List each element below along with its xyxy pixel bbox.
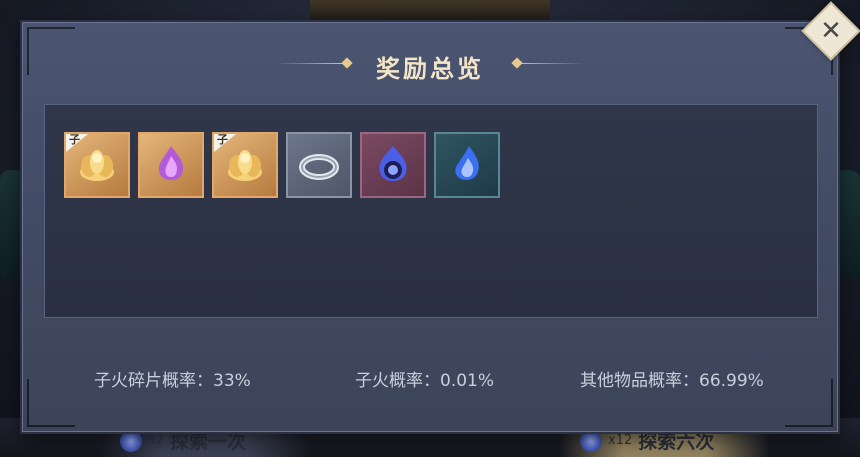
close-icon[interactable]: ✕ (810, 10, 852, 52)
reward-item[interactable]: 子 (212, 132, 278, 198)
silver-ring-icon (299, 154, 339, 180)
fire-orb-icon (120, 429, 142, 452)
other-items-probability: 其他物品概率：66.99% (580, 371, 764, 391)
golden-lotus-icon (80, 150, 114, 181)
blue-flame-orb-icon (379, 146, 407, 181)
fire-orb-icon (580, 429, 602, 452)
reward-item[interactable]: 子 (64, 132, 130, 198)
corner-ornament (27, 379, 75, 427)
title-line-right (515, 63, 585, 64)
dialog-title: 奖励总览 (376, 54, 484, 83)
explore-once-cost: x2 (148, 433, 164, 448)
reward-item[interactable] (360, 132, 426, 198)
reward-item[interactable] (434, 132, 500, 198)
explore-six-cost: x12 (608, 433, 633, 448)
purple-flame-icon (158, 146, 184, 180)
reward-item[interactable] (138, 132, 204, 198)
background-top-ornament (310, 0, 550, 22)
reward-item[interactable] (286, 132, 352, 198)
fragment-probability: 子火碎片概率：33% (94, 371, 251, 391)
corner-ornament (785, 379, 833, 427)
blue-flame-icon (455, 146, 479, 180)
fire-probability: 子火概率：0.01% (355, 371, 495, 391)
golden-lotus-icon (228, 150, 262, 181)
